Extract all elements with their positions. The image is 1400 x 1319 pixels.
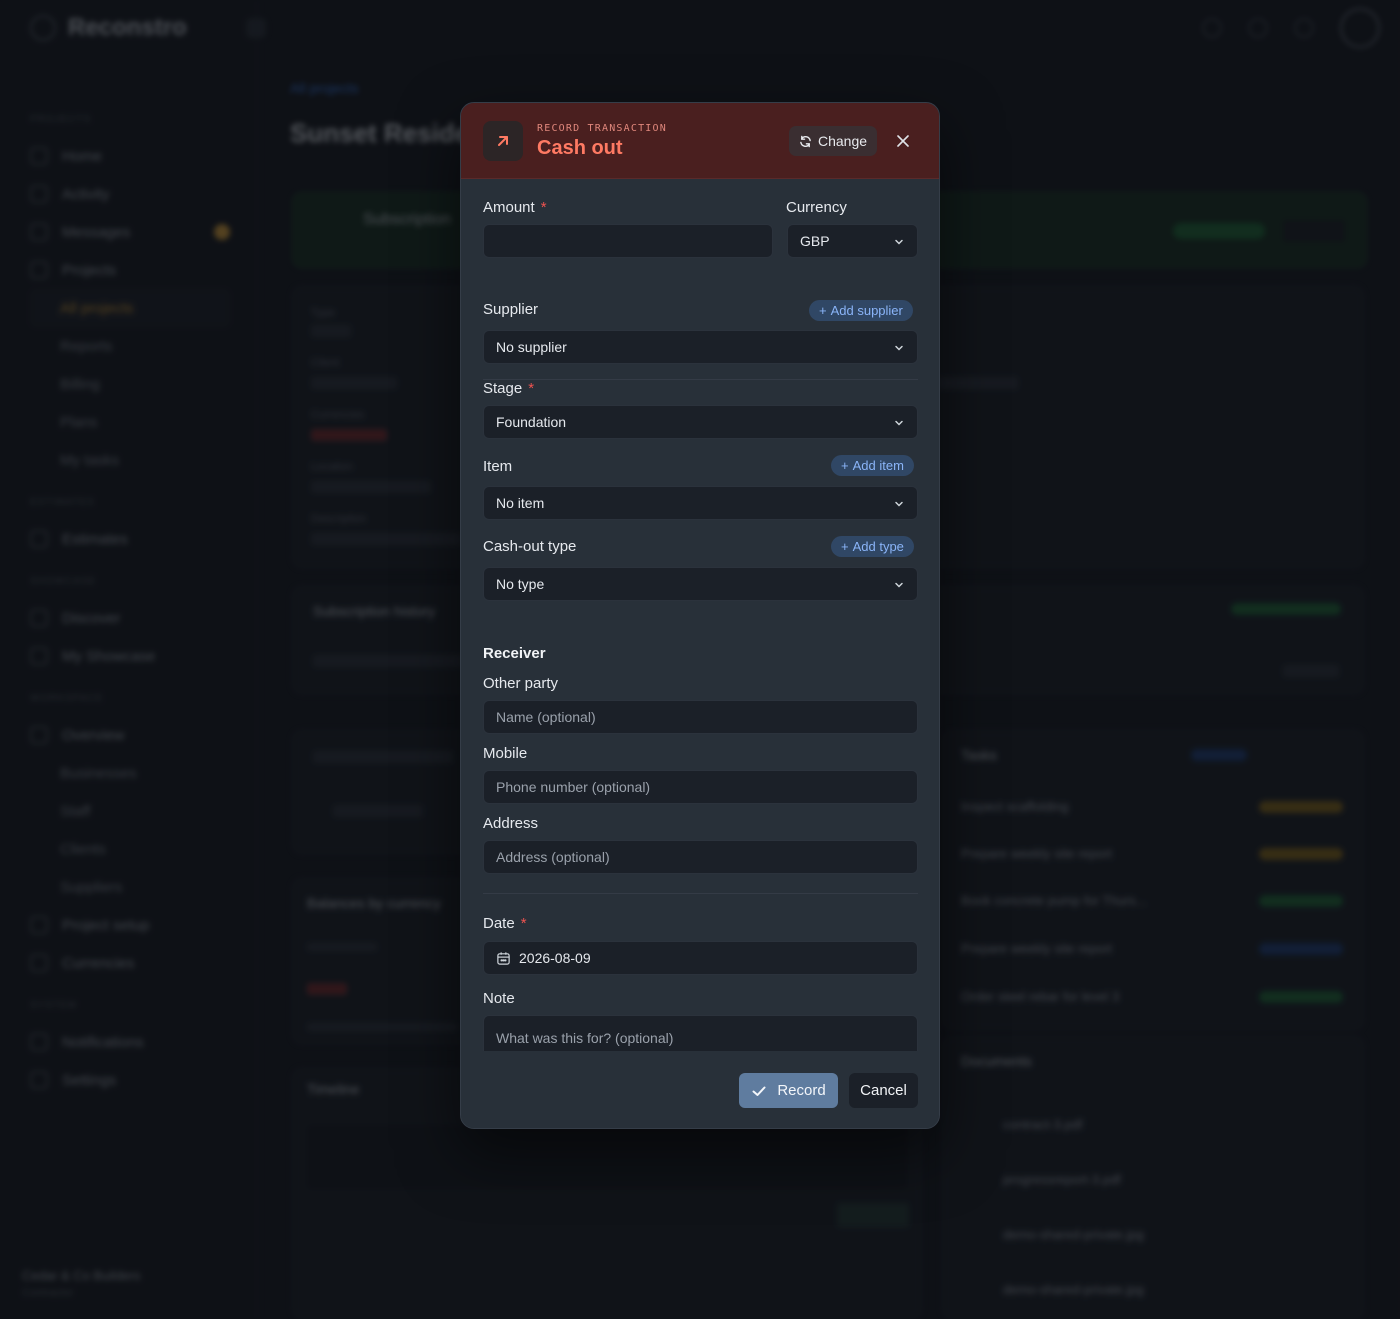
currency-value: GBP: [800, 233, 830, 249]
plus-icon: +: [841, 458, 849, 473]
amount-label: Amount *: [483, 199, 547, 216]
note-label: Note: [483, 990, 515, 1007]
amount-input[interactable]: [483, 224, 773, 258]
other-party-input[interactable]: Name (optional): [483, 700, 918, 734]
arrow-up-right-icon: [483, 121, 523, 161]
other-party-label: Other party: [483, 675, 559, 692]
item-select[interactable]: No item: [483, 486, 918, 520]
required-marker: *: [528, 380, 535, 397]
check-icon: [752, 1086, 766, 1096]
date-value: 2026-08-09: [519, 950, 591, 966]
supplier-label: Supplier: [483, 301, 539, 318]
item-value: No item: [496, 495, 545, 511]
chevron-down-icon: [895, 420, 903, 426]
required-marker: *: [540, 199, 547, 216]
divider: [483, 893, 918, 894]
add-item-button[interactable]: + Add item: [831, 455, 914, 476]
record-button[interactable]: Record: [739, 1073, 838, 1108]
chevron-down-icon: [895, 239, 903, 245]
cashout-type-value: No type: [496, 576, 545, 592]
currency-label: Currency: [786, 199, 847, 216]
dialog-header: RECORD TRANSACTION Cash out Change: [461, 103, 939, 179]
stage-select[interactable]: Foundation: [483, 405, 918, 439]
refresh-icon: [800, 135, 811, 147]
date-label: Date *: [483, 915, 527, 932]
change-label: Change: [818, 133, 868, 149]
divider: [483, 379, 918, 380]
chevron-down-icon: [895, 345, 903, 351]
dialog-title: Cash out: [537, 137, 623, 159]
supplier-value: No supplier: [496, 339, 567, 355]
receiver-heading: Receiver: [483, 645, 546, 662]
change-type-button[interactable]: Change: [789, 126, 878, 156]
cashout-type-label: Cash-out type: [483, 538, 577, 555]
calendar-icon: [497, 951, 510, 965]
add-supplier-button[interactable]: + Add supplier: [809, 300, 913, 321]
cashout-type-select[interactable]: No type: [483, 567, 918, 601]
address-label: Address: [483, 815, 539, 832]
date-input[interactable]: 2026-08-09: [483, 941, 918, 975]
plus-icon: +: [819, 303, 827, 318]
close-icon[interactable]: [893, 131, 913, 151]
record-transaction-dialog: RECORD TRANSACTION Cash out Change Amoun…: [460, 102, 940, 1129]
dialog-kicker: RECORD TRANSACTION: [537, 123, 667, 134]
chevron-down-icon: [895, 501, 903, 507]
cancel-button[interactable]: Cancel: [849, 1073, 918, 1108]
record-label: Record: [777, 1082, 826, 1099]
supplier-select[interactable]: No supplier: [483, 330, 918, 364]
mobile-input[interactable]: Phone number (optional): [483, 770, 918, 804]
address-input[interactable]: Address (optional): [483, 840, 918, 874]
stage-value: Foundation: [496, 414, 567, 430]
required-marker: *: [520, 915, 527, 932]
mobile-label: Mobile: [483, 745, 528, 762]
stage-label: Stage *: [483, 380, 535, 397]
add-type-button[interactable]: + Add type: [831, 536, 914, 557]
dialog-footer: Record Cancel: [461, 1051, 939, 1128]
chevron-down-icon: [895, 582, 903, 588]
currency-select[interactable]: GBP: [787, 224, 918, 258]
item-label: Item: [483, 458, 513, 475]
plus-icon: +: [841, 539, 849, 554]
